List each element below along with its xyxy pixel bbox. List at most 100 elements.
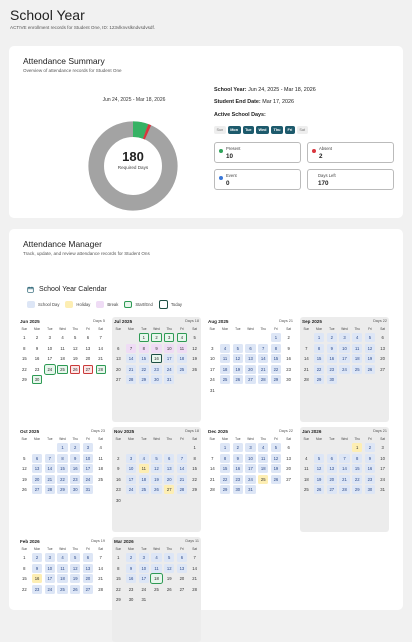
day-cell[interactable]: 19	[364, 354, 375, 363]
day-cell[interactable]: 15	[220, 464, 231, 473]
day-cell[interactable]: 26	[70, 584, 81, 594]
day-cell[interactable]: 17	[164, 354, 175, 363]
day-cell[interactable]: 16	[232, 464, 243, 473]
day-cell[interactable]: 13	[326, 464, 337, 473]
day-cell[interactable]: 2	[113, 454, 123, 463]
day-cell[interactable]: 6	[284, 443, 294, 452]
day-cell[interactable]: 11	[301, 464, 311, 473]
day-cell[interactable]: 19	[151, 474, 162, 484]
day-cell[interactable]: 26	[151, 485, 162, 494]
day-cell[interactable]: 27	[113, 375, 123, 384]
day-cell[interactable]: 10	[44, 563, 55, 573]
day-cell[interactable]: 17	[44, 574, 55, 583]
day-cell[interactable]: 17	[207, 365, 217, 374]
day-cell[interactable]: 25	[57, 584, 68, 594]
day-cell[interactable]: 30	[32, 375, 43, 384]
day-cell[interactable]: 16	[326, 354, 337, 363]
day-cell[interactable]: 16	[126, 574, 137, 583]
day-cell[interactable]: 31	[207, 386, 217, 395]
day-cell[interactable]: 30	[70, 485, 81, 494]
day-cell[interactable]: 30	[232, 485, 243, 494]
day-cell[interactable]: 1	[220, 443, 231, 452]
day-cell[interactable]: 18	[301, 475, 311, 484]
day-cell[interactable]: 27	[245, 375, 256, 384]
day-cell[interactable]: 14	[44, 464, 55, 473]
day-cell[interactable]: 3	[45, 333, 55, 342]
day-cell[interactable]: 6	[113, 344, 123, 353]
day-cell[interactable]: 19	[314, 474, 325, 484]
day-cell[interactable]: 15	[113, 574, 123, 583]
day-cell[interactable]: 14	[96, 344, 106, 353]
day-cell[interactable]: 9	[32, 563, 43, 573]
day-cell[interactable]: 9	[364, 453, 375, 463]
day-cell[interactable]: 13	[83, 344, 93, 353]
day-cell[interactable]: 12	[19, 464, 29, 473]
day-cell[interactable]: 28	[258, 375, 269, 384]
day-cell[interactable]: 27	[164, 485, 175, 494]
day-cell[interactable]: 2	[284, 333, 294, 342]
day-cell[interactable]: 3	[82, 443, 93, 452]
day-cell[interactable]: 6	[245, 343, 256, 353]
day-cell[interactable]: 12	[270, 453, 281, 463]
day-cell[interactable]: 6	[326, 453, 337, 463]
day-cell[interactable]: 9	[113, 464, 123, 473]
day-pill-tue[interactable]: Tue	[242, 126, 255, 134]
day-cell[interactable]: 23	[326, 364, 337, 374]
day-cell[interactable]: 5	[164, 553, 175, 562]
day-cell[interactable]: 13	[176, 563, 187, 573]
day-cell[interactable]: 20	[164, 474, 175, 484]
day-cell[interactable]: 25	[176, 364, 187, 374]
day-cell[interactable]: 22	[113, 585, 123, 594]
day-cell[interactable]: 4	[96, 443, 106, 452]
day-cell[interactable]: 16	[151, 354, 162, 363]
day-cell[interactable]: 25	[138, 485, 149, 494]
day-cell[interactable]: 19	[164, 574, 174, 583]
day-cell[interactable]: 9	[151, 343, 162, 353]
day-cell[interactable]: 5	[190, 333, 200, 342]
day-cell[interactable]: 2	[70, 443, 81, 452]
day-cell[interactable]: 3	[164, 333, 175, 342]
day-cell[interactable]: 14	[190, 564, 200, 573]
day-cell[interactable]: 18	[352, 354, 363, 363]
day-cell[interactable]: 18	[96, 464, 106, 473]
day-cell[interactable]: 11	[151, 563, 162, 573]
day-cell[interactable]: 18	[151, 573, 162, 584]
day-cell[interactable]: 3	[245, 443, 256, 452]
day-cell[interactable]: 19	[70, 574, 81, 583]
day-cell[interactable]: 12	[70, 563, 81, 573]
day-cell[interactable]: 20	[83, 354, 93, 363]
day-cell[interactable]: 4	[176, 333, 187, 342]
day-cell[interactable]: 17	[245, 464, 256, 473]
day-cell[interactable]: 24	[378, 475, 388, 484]
day-cell[interactable]: 16	[284, 354, 294, 363]
day-cell[interactable]: 13	[164, 464, 175, 473]
day-cell[interactable]: 17	[45, 354, 55, 363]
day-cell[interactable]: 22	[270, 364, 281, 374]
day-cell[interactable]: 13	[245, 354, 256, 363]
day-cell[interactable]: 7	[301, 344, 311, 353]
day-cell[interactable]: 3	[44, 553, 55, 562]
day-cell[interactable]: 17	[339, 354, 350, 363]
day-cell[interactable]: 24	[164, 364, 175, 374]
day-cell[interactable]: 3	[339, 333, 350, 342]
day-cell[interactable]: 20	[82, 574, 93, 583]
day-cell[interactable]: 22	[19, 365, 29, 374]
day-cell[interactable]: 7	[190, 553, 200, 562]
day-cell[interactable]: 14	[126, 354, 137, 363]
day-cell[interactable]: 26	[364, 364, 375, 374]
day-cell[interactable]: 29	[352, 485, 363, 494]
day-cell[interactable]: 29	[138, 375, 149, 384]
day-cell[interactable]: 5	[232, 343, 243, 353]
day-cell[interactable]: 23	[126, 585, 136, 594]
day-cell[interactable]: 12	[190, 344, 200, 353]
day-cell[interactable]: 2	[364, 443, 375, 452]
day-cell[interactable]: 9	[326, 343, 337, 353]
day-cell[interactable]: 19	[70, 354, 80, 363]
day-cell[interactable]: 6	[164, 453, 175, 463]
day-cell[interactable]: 15	[138, 354, 149, 363]
day-cell[interactable]: 27	[82, 584, 93, 594]
day-cell[interactable]: 16	[113, 475, 123, 484]
day-cell[interactable]: 6	[176, 553, 187, 562]
day-cell[interactable]: 2	[326, 333, 337, 342]
day-cell[interactable]: 5	[70, 333, 80, 342]
